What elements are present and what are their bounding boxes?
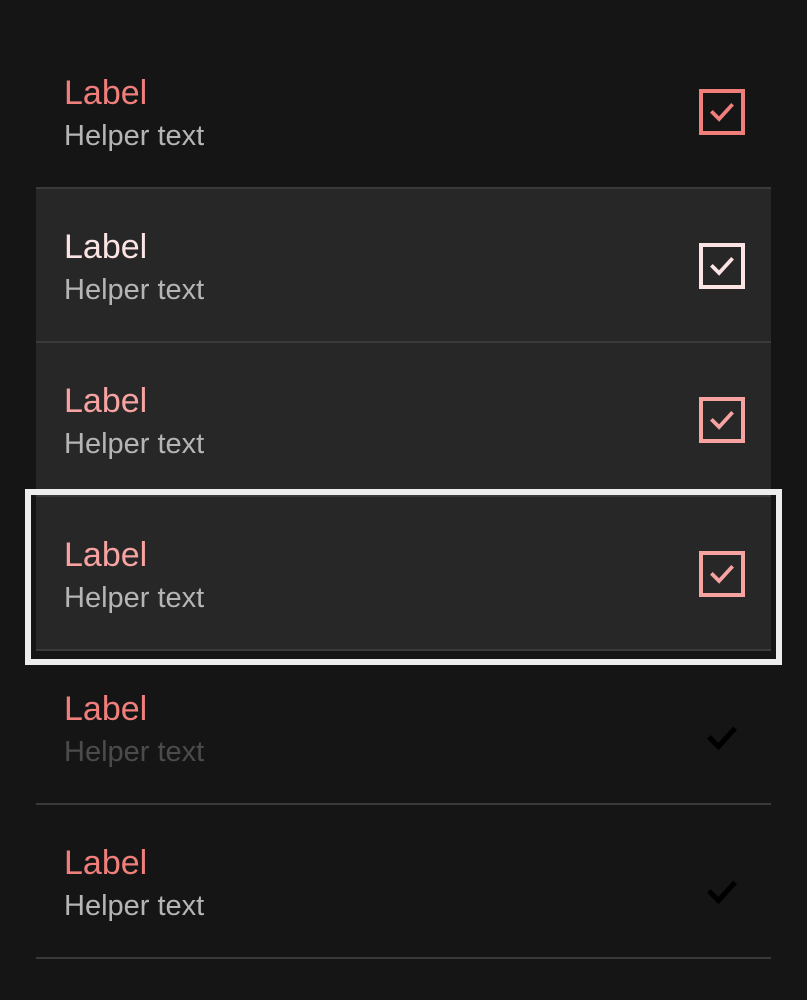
checkbox-list: Label Helper text Label Helper text Labe… <box>36 35 771 959</box>
checkbox-checked-icon[interactable] <box>699 551 745 597</box>
checkmark-icon[interactable] <box>705 875 739 909</box>
list-item-helper-text: Helper text <box>64 274 205 306</box>
checkbox-checked-icon[interactable] <box>699 89 745 135</box>
list-item[interactable]: Label Helper text <box>36 189 771 343</box>
list-item-text: Label Helper text <box>64 689 204 769</box>
list-item-helper-text: Helper text <box>64 428 205 460</box>
list-item[interactable]: Label Helper text <box>36 343 771 497</box>
list-item-text: Label Helper text <box>64 535 204 615</box>
list-item-disabled: Label Helper text <box>36 651 771 805</box>
list-item-helper-text: Helper text <box>64 736 205 768</box>
list-item-label: Label <box>64 690 148 728</box>
list-item-text: Label Helper text <box>64 843 204 923</box>
checkmark-icon <box>707 726 737 751</box>
list-item-text: Label Helper text <box>64 227 204 307</box>
list-item-helper-text: Helper text <box>64 890 205 922</box>
list-item-label: Label <box>64 74 148 112</box>
list-item-focused[interactable]: Label Helper text <box>36 497 771 651</box>
list-item-helper-text: Helper text <box>64 120 205 152</box>
list-item-label: Label <box>64 228 148 266</box>
list-item[interactable]: Label Helper text <box>36 35 771 189</box>
list-item-label: Label <box>64 382 148 420</box>
checkbox-checked-icon[interactable] <box>699 243 745 289</box>
list-item-helper-text: Helper text <box>64 582 205 614</box>
list-item-label: Label <box>64 844 148 882</box>
checkbox-checked-icon[interactable] <box>699 397 745 443</box>
list-item[interactable]: Label Helper text <box>36 805 771 959</box>
list-item-text: Label Helper text <box>64 73 204 153</box>
list-item-text: Label Helper text <box>64 381 204 461</box>
list-item-label: Label <box>64 536 148 574</box>
